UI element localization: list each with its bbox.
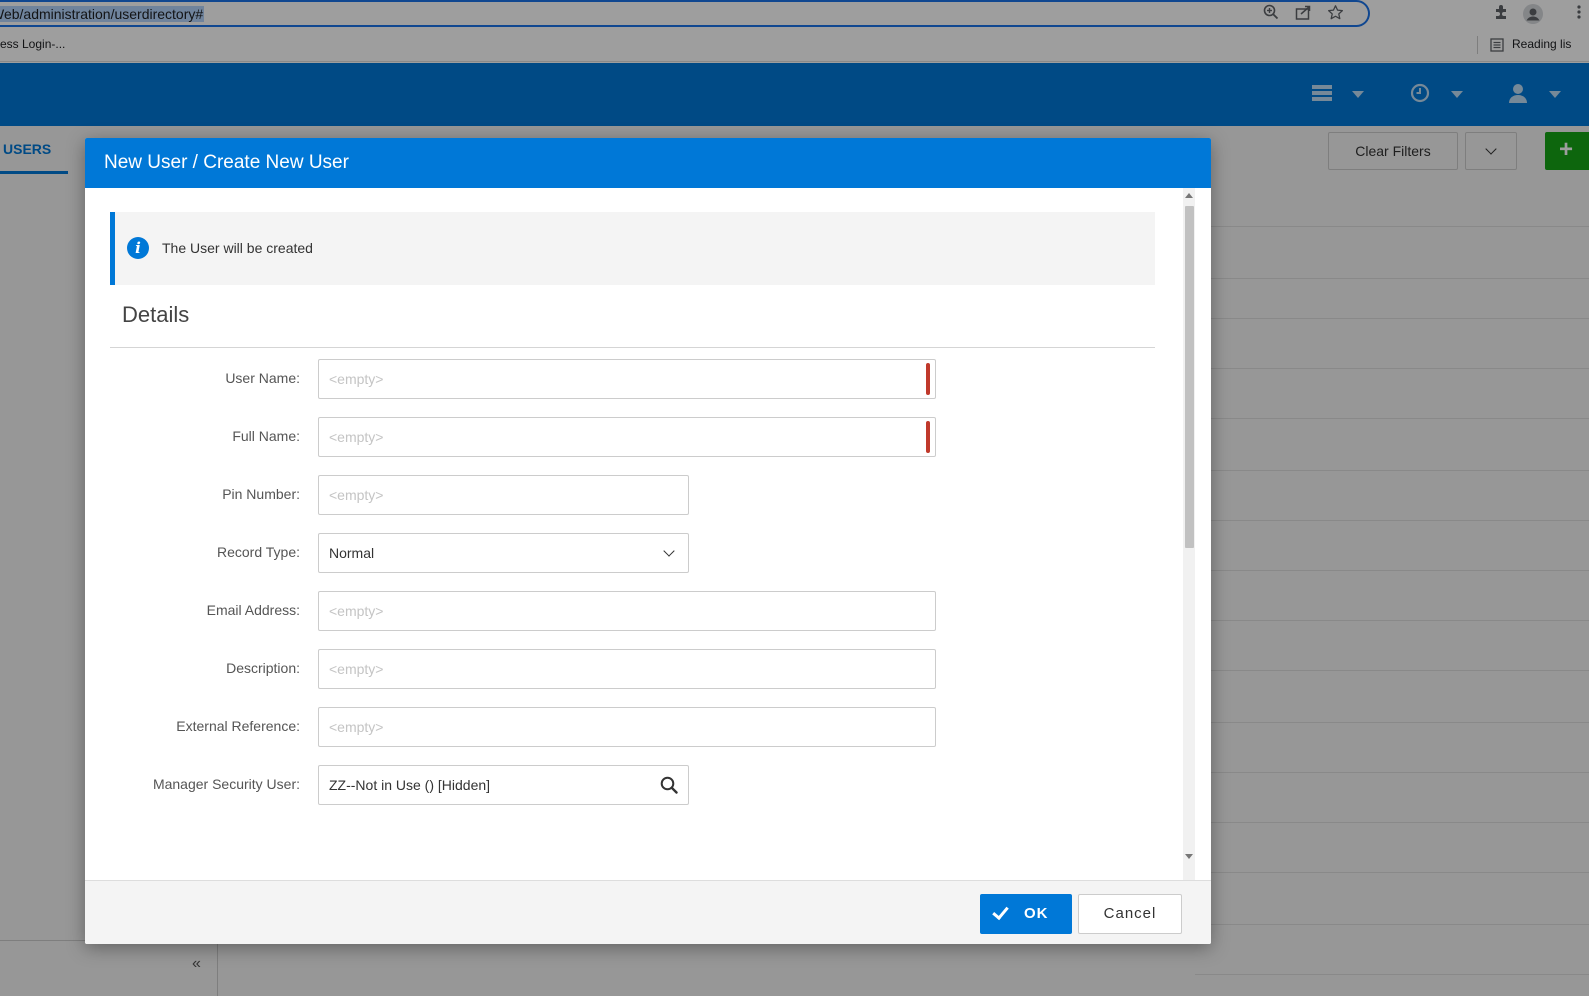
required-indicator [926, 421, 930, 453]
info-message: i The User will be created [110, 212, 1155, 285]
full-name-label: Full Name: [232, 428, 300, 444]
check-icon [992, 902, 1009, 921]
section-divider [110, 347, 1155, 348]
dialog-scrollbar[interactable] [1183, 188, 1195, 880]
manager-security-user-value: ZZ--Not in Use () [Hidden] [329, 777, 491, 793]
info-text: The User will be created [162, 240, 313, 256]
manager-security-user-lookup[interactable]: ZZ--Not in Use () [Hidden] [318, 765, 689, 805]
dialog-body: i The User will be created Details User … [85, 188, 1211, 880]
scroll-down-arrow-icon[interactable] [1185, 854, 1193, 859]
full-name-input[interactable] [318, 417, 936, 457]
record-type-select[interactable]: Normal [318, 533, 689, 573]
external-reference-input[interactable] [318, 707, 936, 747]
description-input[interactable] [318, 649, 936, 689]
chevron-down-icon [663, 545, 675, 557]
section-title-details: Details [122, 302, 190, 327]
user-name-label: User Name: [225, 370, 300, 386]
dialog-header: New User / Create New User [85, 138, 1211, 188]
record-type-label: Record Type: [216, 544, 300, 560]
user-name-input[interactable] [318, 359, 936, 399]
pin-number-input[interactable] [318, 475, 689, 515]
email-address-label: Email Address: [206, 602, 300, 618]
scroll-up-arrow-icon[interactable] [1185, 193, 1193, 198]
ok-label: OK [1024, 905, 1049, 922]
manager-security-user-label: Manager Security User: [152, 776, 300, 792]
required-indicator [926, 363, 930, 395]
cancel-button[interactable]: Cancel [1078, 894, 1182, 934]
record-type-value: Normal [329, 545, 375, 561]
create-user-dialog: New User / Create New User i The User wi… [85, 138, 1211, 944]
search-icon[interactable] [660, 776, 678, 797]
description-label: Description: [226, 660, 300, 676]
external-reference-label: External Reference: [176, 718, 300, 734]
email-address-input[interactable] [318, 591, 936, 631]
dialog-footer: OK Cancel [85, 880, 1211, 944]
ok-button[interactable]: OK [980, 894, 1072, 934]
dialog-title: New User / Create New User [104, 152, 349, 173]
info-icon: i [127, 237, 149, 259]
pin-number-label: Pin Number: [222, 486, 300, 502]
scrollbar-thumb[interactable] [1185, 206, 1194, 548]
